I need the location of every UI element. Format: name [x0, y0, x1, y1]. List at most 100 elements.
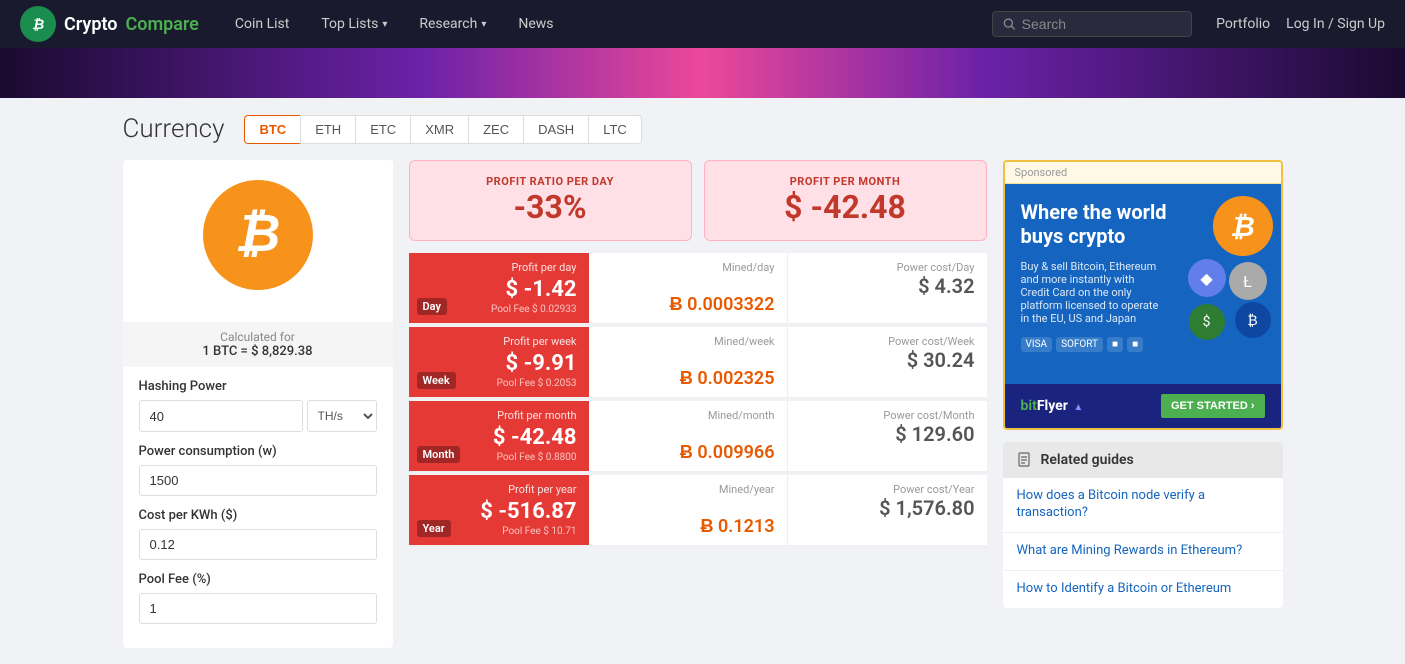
profit-cell-left: Profit per year $ -516.87 Pool Fee $ 10.…	[409, 475, 589, 545]
search-box[interactable]	[992, 11, 1192, 37]
brand-logo-area[interactable]: ₿ Crypto Compare	[20, 6, 199, 42]
profit-cell-right: Power cost/Week $ 30.24	[788, 327, 987, 397]
power-consumption-label: Power consumption (w)	[139, 444, 377, 459]
profit-ratio-label: PROFIT RATIO PER DAY	[428, 175, 673, 188]
profit-cell-left: Profit per week $ -9.91 Pool Fee $ 0.205…	[409, 327, 589, 397]
brand-name-compare: Compare	[125, 14, 198, 35]
nav-research[interactable]: Research ▾	[407, 2, 498, 46]
table-row: Profit per week $ -9.91 Pool Fee $ 0.205…	[409, 327, 987, 399]
hashing-power-unit-select[interactable]: TH/s GH/s MH/s	[307, 400, 377, 432]
currency-header: Currency BTC ETH ETC XMR ZEC DASH LTC	[123, 114, 1283, 144]
btc-icon: ₿	[203, 180, 313, 290]
power-value: $ 129.60	[800, 422, 975, 446]
profit-cell-mid: Mined/month Ƀ 0.009966	[589, 401, 788, 471]
btc-symbol: ₿	[235, 203, 281, 264]
tab-ltc[interactable]: LTC	[588, 115, 642, 144]
main-layout: ₿ Calculated for 1 BTC = $ 8,829.38 Hash…	[123, 160, 1283, 648]
related-guides-header: Related guides	[1003, 442, 1283, 478]
ad-title: Where the world buys crypto	[1021, 200, 1171, 248]
ad-footer: bitFlyer ▲ GET STARTED ›	[1005, 384, 1281, 428]
table-row: Profit per day $ -1.42 Pool Fee $ 0.0293…	[409, 253, 987, 325]
profit-month-label: PROFIT PER MONTH	[723, 175, 968, 188]
nav-top-lists[interactable]: Top Lists ▾	[309, 2, 399, 46]
profit-cell-mid: Mined/day Ƀ 0.0003322	[589, 253, 788, 323]
coin-icon-area: ₿	[123, 160, 393, 322]
mined-value: Ƀ 0.009966	[601, 442, 775, 463]
research-chevron-icon: ▾	[481, 19, 486, 30]
logo-icon: ₿	[20, 6, 56, 42]
hashing-power-input[interactable]	[139, 400, 303, 432]
ad-payment-row: VISA SOFORT ■ ■	[1021, 337, 1265, 352]
input-section: Hashing Power TH/s GH/s MH/s Power consu…	[123, 367, 393, 648]
mined-value: Ƀ 0.002325	[601, 368, 775, 389]
right-panel: Sponsored Where the world buys crypto ₿ …	[1003, 160, 1283, 608]
pool-fee-row	[139, 593, 377, 624]
related-items-container: How does a Bitcoin node verify a transac…	[1003, 478, 1283, 608]
page-title: Currency	[123, 114, 225, 144]
ad-blue2-icon: ₿	[1235, 302, 1271, 338]
nav-coin-list[interactable]: Coin List	[223, 2, 301, 46]
cost-per-kwh-label: Cost per KWh ($)	[139, 508, 377, 523]
search-input[interactable]	[1022, 16, 1181, 32]
tab-eth[interactable]: ETH	[300, 115, 355, 144]
profit-cell-right: Power cost/Month $ 129.60	[788, 401, 987, 471]
profit-label: Profit per month	[421, 409, 577, 422]
list-item[interactable]: How to Identify a Bitcoin or Ethereum	[1003, 571, 1283, 608]
document-icon	[1017, 452, 1033, 468]
calc-for-label: Calculated for	[131, 330, 385, 344]
get-started-button[interactable]: GET STARTED ›	[1161, 394, 1265, 418]
mined-value: Ƀ 0.0003322	[601, 294, 775, 315]
ad-description: Buy & sell Bitcoin, Ethereum and more in…	[1021, 260, 1166, 325]
nav-right-actions: Portfolio Log In / Sign Up	[1216, 16, 1385, 32]
mined-label: Mined/day	[601, 261, 775, 274]
tab-zec[interactable]: ZEC	[468, 115, 523, 144]
currency-tabs: BTC ETH ETC XMR ZEC DASH LTC	[244, 115, 641, 144]
ad-btc-icon: ₿	[1213, 196, 1273, 256]
other-badge1: ■	[1107, 337, 1123, 352]
search-icon	[1003, 17, 1016, 31]
table-row: Profit per year $ -516.87 Pool Fee $ 10.…	[409, 475, 987, 547]
summary-row: PROFIT RATIO PER DAY -33% PROFIT PER MON…	[409, 160, 987, 241]
top-banner	[0, 48, 1405, 98]
tab-etc[interactable]: ETC	[355, 115, 410, 144]
hashing-power-row: TH/s GH/s MH/s	[139, 400, 377, 432]
visa-badge: VISA	[1021, 337, 1053, 352]
brand-name-crypto: Crypto	[64, 14, 117, 35]
ad-content: Where the world buys crypto ₿ ◆ Ł $ ₿ Bu…	[1005, 184, 1281, 384]
tab-btc[interactable]: BTC	[244, 115, 300, 144]
page-content: Currency BTC ETH ETC XMR ZEC DASH LTC ₿ …	[103, 98, 1303, 664]
power-value: $ 4.32	[800, 274, 975, 298]
login-link[interactable]: Log In / Sign Up	[1286, 16, 1385, 32]
top-lists-chevron-icon: ▾	[382, 19, 387, 30]
period-badge: Day	[417, 298, 447, 315]
center-panel: PROFIT RATIO PER DAY -33% PROFIT PER MON…	[409, 160, 987, 549]
pool-fee-label: Pool Fee (%)	[139, 572, 377, 587]
left-panel: ₿ Calculated for 1 BTC = $ 8,829.38 Hash…	[123, 160, 393, 648]
profit-month-box: PROFIT PER MONTH $ -42.48	[704, 160, 987, 241]
ad-green-icon: $	[1189, 304, 1225, 340]
power-value: $ 1,576.80	[800, 496, 975, 520]
profit-month-value: $ -42.48	[723, 188, 968, 226]
portfolio-link[interactable]: Portfolio	[1216, 16, 1270, 32]
cost-per-kwh-input[interactable]	[139, 529, 377, 560]
tab-dash[interactable]: DASH	[523, 115, 588, 144]
mined-label: Mined/week	[601, 335, 775, 348]
ad-box[interactable]: Sponsored Where the world buys crypto ₿ …	[1003, 160, 1283, 430]
pool-fee-input[interactable]	[139, 593, 377, 624]
profit-ratio-value: -33%	[428, 188, 673, 226]
navbar: ₿ Crypto Compare Coin List Top Lists ▾ Re…	[0, 0, 1405, 48]
table-row: Profit per month $ -42.48 Pool Fee $ 0.8…	[409, 401, 987, 473]
sofort-badge: SOFORT	[1056, 337, 1103, 352]
bitflyer-logo: bitFlyer ▲	[1021, 398, 1084, 414]
tab-xmr[interactable]: XMR	[410, 115, 468, 144]
list-item[interactable]: What are Mining Rewards in Ethereum?	[1003, 533, 1283, 571]
profit-label: Profit per week	[421, 335, 577, 348]
list-item[interactable]: How does a Bitcoin node verify a transac…	[1003, 478, 1283, 533]
period-badge: Week	[417, 372, 456, 389]
mined-label: Mined/month	[601, 409, 775, 422]
profit-label: Profit per year	[421, 483, 577, 496]
power-consumption-input[interactable]	[139, 465, 377, 496]
power-value: $ 30.24	[800, 348, 975, 372]
nav-news[interactable]: News	[506, 2, 565, 46]
other-badge2: ■	[1127, 337, 1143, 352]
